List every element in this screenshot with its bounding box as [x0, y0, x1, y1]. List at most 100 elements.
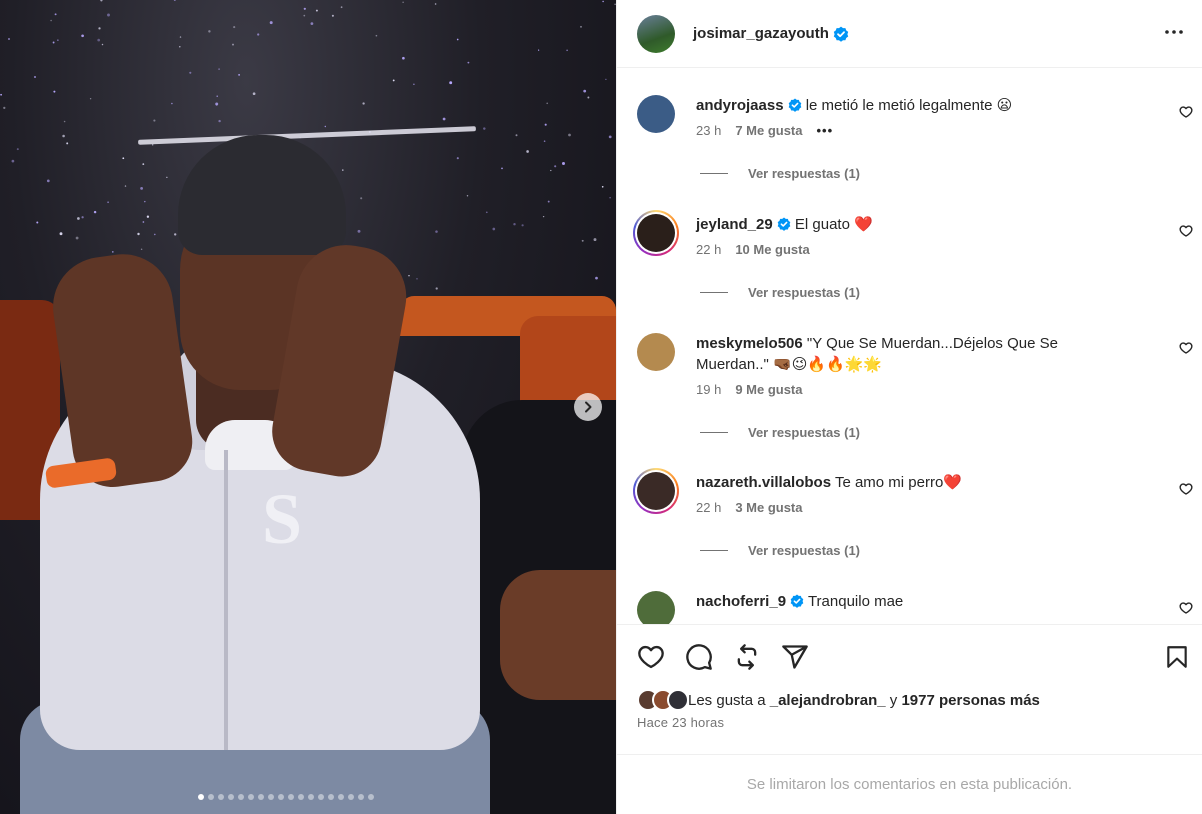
- more-options-button[interactable]: [1162, 20, 1186, 49]
- star-dot: [608, 135, 612, 139]
- comments-list[interactable]: andyrojaass le metió le metió legalmente…: [617, 68, 1202, 624]
- star-dot: [546, 102, 549, 105]
- comment-username[interactable]: meskymelo506: [696, 335, 803, 352]
- post-photo: S: [0, 0, 616, 814]
- comment-likes[interactable]: 9 Me gusta: [735, 382, 802, 397]
- comment-time[interactable]: 23 h: [696, 123, 721, 138]
- star-dot: [513, 222, 516, 226]
- comment-like-button[interactable]: [1179, 482, 1193, 501]
- first-liker[interactable]: _alejandrobran_: [770, 692, 886, 709]
- post-details-panel: josimar_gazayouth andyrojaass le metió l…: [616, 0, 1202, 814]
- star-dot: [62, 134, 65, 138]
- carousel-dot: [268, 794, 274, 800]
- comment-likes[interactable]: 3 Me gusta: [735, 500, 802, 515]
- like-button[interactable]: [637, 643, 665, 676]
- star-dot: [152, 144, 154, 146]
- view-replies-button[interactable]: Ver respuestas (1): [700, 166, 860, 181]
- share-button[interactable]: [781, 643, 809, 676]
- posted-time[interactable]: Hace 23 horas: [637, 715, 724, 730]
- star-dot: [140, 248, 143, 250]
- star-dot: [171, 102, 173, 105]
- carousel-next-button[interactable]: [574, 393, 602, 421]
- owner-avatar[interactable]: [637, 14, 675, 53]
- comment-username[interactable]: andyrojaass: [696, 97, 784, 114]
- star-dot: [554, 165, 557, 168]
- star-dot: [342, 169, 344, 171]
- carousel-dot: [338, 794, 344, 800]
- comment-like-button[interactable]: [1179, 224, 1193, 243]
- star-dot: [153, 233, 156, 236]
- verified-badge-icon: [777, 217, 791, 231]
- heart-outline-icon: [1179, 602, 1193, 614]
- comment-button[interactable]: [685, 643, 713, 676]
- comment-time[interactable]: 22 h: [696, 242, 721, 257]
- star-dot: [435, 287, 438, 290]
- view-replies-button[interactable]: Ver respuestas (1): [700, 425, 860, 440]
- others-count[interactable]: 1977 personas más: [901, 692, 1039, 709]
- post-actions: Les gusta a _alejandrobran_ y 1977 perso…: [617, 624, 1202, 754]
- comment-likes[interactable]: 10 Me gusta: [735, 242, 809, 257]
- carousel-dot: [258, 794, 264, 800]
- star-dot: [587, 96, 590, 99]
- comment-like-button[interactable]: [1179, 105, 1193, 124]
- star-dot: [0, 93, 2, 96]
- star-dot: [153, 119, 156, 122]
- comment-username[interactable]: jeyland_29: [696, 216, 773, 233]
- star-dot: [595, 276, 598, 280]
- comment-time[interactable]: 19 h: [696, 382, 721, 397]
- comment-like-button[interactable]: [1179, 601, 1193, 620]
- comment-text: Tranquilo mae: [807, 593, 904, 610]
- star-dot: [434, 3, 437, 5]
- star-dot: [449, 81, 453, 85]
- comment-username[interactable]: nachoferri_9: [696, 593, 786, 610]
- star-dot: [137, 232, 140, 236]
- carousel-dot: [288, 794, 294, 800]
- save-button[interactable]: [1164, 643, 1190, 676]
- owner-username[interactable]: josimar_gazayouth: [693, 25, 829, 42]
- comment-meta: 19 h 9 Me gusta: [696, 382, 803, 397]
- comment-avatar[interactable]: [637, 95, 675, 133]
- star-dot: [362, 102, 365, 105]
- comment-username[interactable]: nazareth.villalobos: [696, 474, 831, 491]
- star-dot: [544, 123, 547, 126]
- star-dot: [107, 13, 110, 17]
- view-replies-button[interactable]: Ver respuestas (1): [700, 543, 860, 558]
- likes-prefix: Les gusta a: [688, 691, 770, 709]
- star-dot: [53, 90, 56, 93]
- view-replies-button[interactable]: Ver respuestas (1): [700, 285, 860, 300]
- star-dot: [63, 120, 66, 123]
- bookmark-icon: [1167, 646, 1187, 668]
- post-header: josimar_gazayouth: [617, 0, 1202, 68]
- comment-avatar[interactable]: [633, 210, 679, 256]
- carousel-dot: [278, 794, 284, 800]
- star-dot: [179, 46, 181, 48]
- star-dot: [100, 0, 103, 2]
- star-dot: [466, 195, 469, 197]
- comment-like-button[interactable]: [1179, 341, 1193, 360]
- comment-avatar[interactable]: [637, 333, 675, 371]
- star-dot: [3, 106, 6, 110]
- star-dot: [98, 27, 101, 30]
- star-dot: [408, 275, 410, 277]
- comment-time[interactable]: 22 h: [696, 500, 721, 515]
- comment-text: le metió le metió legalmente 😦: [805, 97, 1013, 114]
- carousel-indicator: [198, 794, 374, 800]
- carousel-dot: [308, 794, 314, 800]
- star-dot: [269, 21, 273, 25]
- view-replies-label: Ver respuestas (1): [748, 543, 861, 558]
- star-dot: [609, 196, 611, 199]
- star-dot: [392, 79, 395, 82]
- star-dot: [101, 43, 104, 46]
- comment-more-button[interactable]: •••: [817, 123, 834, 138]
- comment-body: jeyland_29 El guato ❤️: [696, 214, 1106, 235]
- comment-likes[interactable]: 7 Me gusta: [735, 123, 802, 138]
- comment-meta: 23 h 7 Me gusta •••: [696, 123, 833, 138]
- star-dot: [66, 142, 69, 145]
- comment-avatar[interactable]: [633, 468, 679, 514]
- repost-button[interactable]: [733, 643, 761, 676]
- star-dot: [218, 68, 220, 70]
- star-dot: [81, 216, 84, 219]
- comment-avatar[interactable]: [637, 591, 675, 624]
- star-dot: [310, 22, 314, 25]
- star-dot: [142, 221, 145, 223]
